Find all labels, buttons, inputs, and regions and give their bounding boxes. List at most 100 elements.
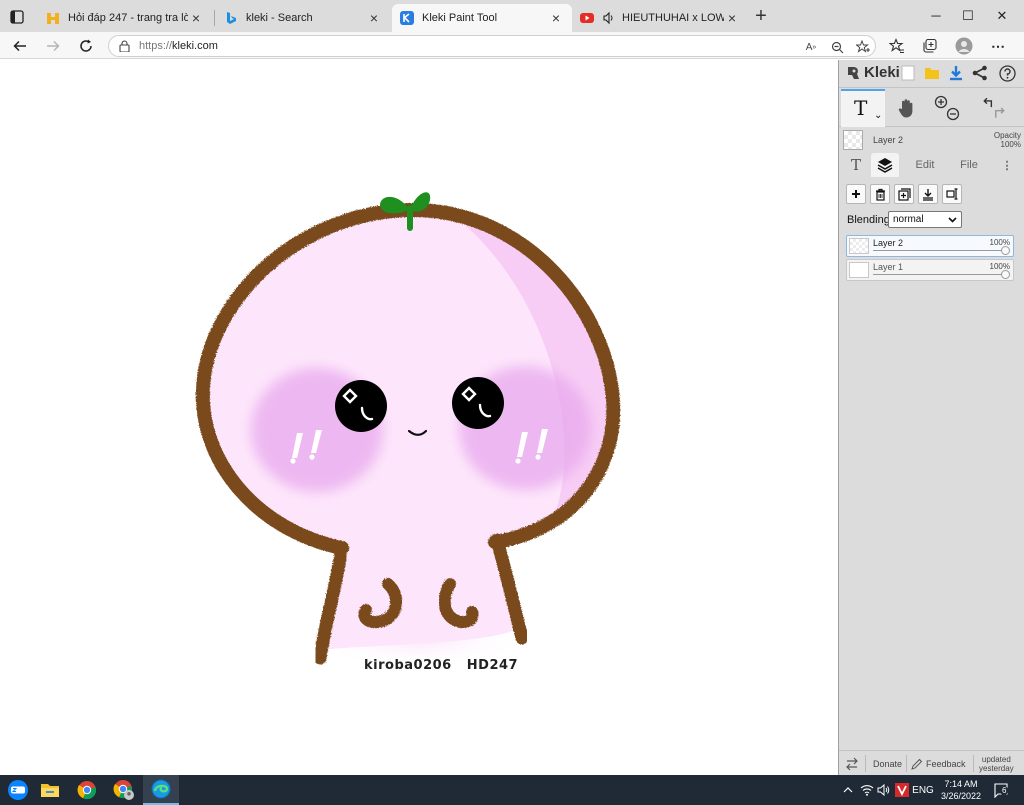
redo-icon[interactable] [995, 107, 1005, 118]
share-icon[interactable] [971, 64, 989, 82]
delete-layer-button[interactable] [870, 184, 890, 204]
footer-divider [906, 755, 907, 772]
layer-opacity-slider[interactable] [873, 250, 1003, 251]
system-clock[interactable]: 7:14 AM 3/26/2022 [934, 778, 988, 802]
text-tool-button[interactable]: T ⌄ [841, 89, 885, 127]
layer-row-layer-1[interactable]: Layer 1 100% [846, 259, 1014, 281]
tool-options-chevron[interactable]: ⌄ [874, 110, 882, 121]
tools-row: T ⌄ [839, 89, 1024, 127]
add-layer-button[interactable] [846, 184, 866, 204]
new-image-icon[interactable] [899, 64, 917, 82]
chrome-icon[interactable] [69, 775, 105, 805]
undo-icon[interactable] [983, 97, 993, 108]
refresh-button[interactable] [76, 36, 96, 56]
vietkey-icon[interactable] [893, 775, 911, 805]
new-tab-button[interactable]: + [752, 6, 770, 26]
refresh-icon [80, 39, 92, 52]
tab-close-button[interactable]: × [548, 10, 564, 26]
current-layer-name: Layer 2 [873, 135, 904, 145]
browser-tab-kleki[interactable]: Kleki Paint Tool × [392, 4, 572, 32]
layers-panel: Blending normal Layer 2 100% Layer 1 100… [839, 177, 1024, 282]
back-button[interactable] [10, 36, 30, 56]
profile-icon[interactable] [955, 37, 973, 55]
text-settings-icon: T [850, 156, 861, 174]
zalo-icon[interactable] [0, 775, 36, 805]
layer-name: Layer 2 [873, 238, 904, 248]
layer-opacity-handle[interactable] [1001, 246, 1010, 255]
hand-tool-button[interactable] [892, 93, 922, 123]
volume-icon[interactable] [875, 775, 893, 805]
feedback-label: Feedback [926, 758, 966, 769]
download-icon[interactable] [947, 64, 965, 82]
tab-file[interactable]: File [949, 153, 989, 177]
merge-layer-button[interactable] [918, 184, 938, 204]
wifi-icon[interactable] [858, 775, 876, 805]
address-bar[interactable]: https://kleki.com A» [108, 35, 876, 57]
feedback-link[interactable]: Feedback [911, 751, 966, 776]
minimize-button[interactable]: ─ [926, 6, 946, 26]
tab-divider [214, 10, 215, 26]
more-icon[interactable]: ⋯ [989, 37, 1007, 55]
more-options-icon[interactable]: ⋮ [999, 153, 1015, 177]
zoom-out-icon[interactable] [946, 107, 960, 121]
duplicate-layer-button[interactable] [894, 184, 914, 204]
layer-row-layer-2[interactable]: Layer 2 100% [846, 235, 1014, 257]
zoom-in-icon[interactable] [934, 95, 948, 109]
tab-layers[interactable] [871, 153, 899, 177]
chrome-profile-icon[interactable] [106, 775, 142, 805]
kleki-logo[interactable]: Kleki [845, 64, 900, 81]
tray-expand-icon[interactable] [840, 775, 856, 805]
favorites-icon[interactable] [888, 37, 906, 55]
tab-close-button[interactable]: × [366, 10, 382, 26]
text-tool-glyph: T [854, 96, 868, 120]
tab-close-button[interactable]: × [724, 10, 740, 26]
browser-tab-youtube[interactable]: HIEUTHUHAI x LOWNA | -2: × [572, 4, 748, 32]
tab-title: kleki - Search [246, 12, 313, 24]
browser-toolbar: https://kleki.com A» ⋯ [0, 32, 1024, 59]
notifications-icon[interactable]: 6 [990, 775, 1012, 805]
kleki-footer: Donate Feedback updated yesterday [839, 750, 1024, 775]
zoom-icon[interactable] [829, 39, 845, 55]
kleki-icon [400, 11, 414, 25]
tab-close-button[interactable]: × [188, 10, 204, 26]
browser-tab-hoidap[interactable]: Hỏi đáp 247 - trang tra lời × [38, 4, 212, 32]
file-explorer-icon[interactable] [32, 775, 68, 805]
open-file-icon[interactable] [923, 64, 941, 82]
layer-opacity-slider[interactable] [873, 274, 1003, 275]
layer-properties-button[interactable] [942, 184, 962, 204]
favorite-add-icon[interactable] [855, 39, 871, 55]
clock-time: 7:14 AM [944, 779, 978, 789]
history-tools [979, 93, 1009, 123]
close-window-button[interactable]: ✕ [992, 6, 1012, 26]
drawing-canvas[interactable]: kiroba0206 HD247 [0, 60, 838, 775]
pencil-icon [911, 758, 923, 770]
left-eye [335, 380, 387, 432]
layer-opacity-handle[interactable] [1001, 270, 1010, 279]
blending-label: Blending [847, 214, 890, 226]
browser-tab-search[interactable]: kleki - Search × [216, 4, 390, 32]
help-icon[interactable] [998, 64, 1016, 82]
right-eye [452, 377, 504, 429]
blending-mode-value: normal [893, 214, 924, 225]
sprout-left-leaf [380, 196, 408, 214]
blending-mode-select[interactable]: normal [888, 211, 962, 228]
url-text: https://kleki.com [139, 40, 218, 52]
collections-icon[interactable] [921, 37, 939, 55]
tab-tool-settings[interactable]: T [843, 153, 869, 177]
zoom-tools [931, 93, 961, 123]
tab-actions-button[interactable] [6, 6, 28, 28]
edge-icon[interactable] [143, 775, 179, 805]
layer-thumbnail [849, 262, 869, 278]
tab-edit[interactable]: Edit [905, 153, 945, 177]
layers-icon [877, 158, 893, 173]
donate-link[interactable]: Donate [873, 751, 902, 776]
footer-divider [973, 755, 974, 772]
hand-icon [898, 99, 913, 118]
swap-side-button[interactable] [845, 751, 859, 776]
speaker-icon[interactable] [602, 11, 616, 25]
forward-button[interactable] [43, 36, 63, 56]
maximize-button[interactable]: ☐ [958, 6, 978, 26]
updated-notice[interactable]: updated yesterday [979, 751, 1014, 776]
read-aloud-icon[interactable]: A» [803, 39, 819, 55]
language-indicator[interactable]: ENG [911, 775, 935, 805]
